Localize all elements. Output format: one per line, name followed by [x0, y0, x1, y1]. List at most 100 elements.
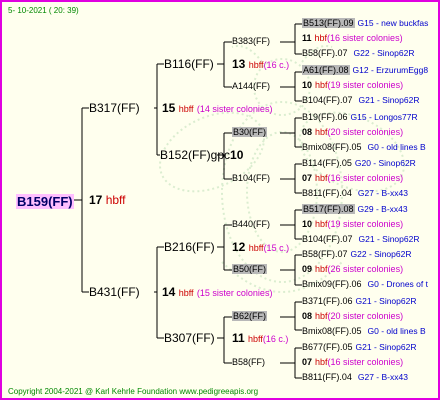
gen4-sire-info: G12 - ErzurumEgg8: [352, 65, 429, 75]
gen2-info-2: 12 hbff(15 c.): [232, 241, 289, 253]
gen1-sisters-1: (15 sister colonies): [196, 288, 273, 298]
gen4-sire-name: B58(FF).07: [302, 249, 348, 259]
gen2-info-3: 11 hbff(16 c.): [232, 332, 288, 344]
gen4-hbf: hbf: [315, 127, 328, 137]
gen4-sire-line-4[interactable]: B517(FF).08 G29 - B-xx43: [302, 204, 408, 214]
gen4-dam-info: G27 - B-xx43: [357, 188, 408, 198]
gen4-hbf: hbf: [315, 219, 328, 229]
gen4-sisters: (19 sister colonies): [327, 219, 404, 229]
gen4-dam-name: Bmix08(FF).05: [302, 142, 362, 152]
gen4-count: 07: [302, 173, 313, 183]
root-queen[interactable]: B159(FF): [16, 194, 74, 210]
gen3-queen-5[interactable]: B50(FF): [232, 264, 268, 274]
gen1-count-1: 14: [162, 285, 176, 299]
gen1-info-0: 15 hbff (14 sister colonies): [162, 102, 272, 114]
root-info: 17 hbff: [89, 194, 126, 206]
gen4-sire-info: G21 - Sinop62R: [355, 296, 417, 306]
gen3-name-6: B62(FF): [232, 311, 268, 321]
gen4-sire-line-5[interactable]: B58(FF).07 G22 - Sinop62R: [302, 250, 411, 259]
gen4-sire-info: G29 - B-xx43: [357, 204, 408, 214]
gen4-dam-line-7[interactable]: B811(FF).04 G27 - B-xx43: [302, 373, 408, 382]
gen4-count: 07: [302, 357, 313, 367]
gen4-sire-line-3[interactable]: B114(FF).05 G20 - Sinop62R: [302, 159, 416, 168]
gen4-count: 08: [302, 127, 313, 137]
gen4-dam-line-2[interactable]: Bmix08(FF).05 G0 - old lines B: [302, 143, 426, 152]
gen2-hbf-0: hbff: [248, 60, 264, 70]
gen4-dam-name: B58(FF).07: [302, 48, 348, 58]
gen4-sire-name: B513(FF).09: [302, 18, 355, 28]
gen3-queen-3[interactable]: B104(FF): [232, 174, 270, 183]
gen4-count-line-2: 08 hbf(20 sister colonies): [302, 128, 403, 137]
gen4-count: 08: [302, 311, 313, 321]
gen4-dam-line-1[interactable]: B104(FF).07 G21 - Sinop62R: [302, 96, 419, 105]
gen4-sire-name: B19(FF).06: [302, 112, 348, 122]
gen1-hbf-0: hbff: [178, 104, 194, 114]
gen4-dam-info: G22 - Sinop62R: [353, 48, 415, 58]
gen3-queen-2[interactable]: B30(FF): [232, 127, 268, 137]
gen4-sisters: (20 sister colonies): [327, 127, 404, 137]
gen4-sire-info: G15 - Longos77R: [350, 112, 418, 122]
gen3-queen-4[interactable]: B440(FF): [232, 220, 270, 229]
gen4-dam-info: G27 - B-xx43: [357, 372, 408, 382]
gen4-count-line-5: 09 hbf(26 sister colonies): [302, 265, 403, 274]
date-stamp: 5- 10-2021 ( 20: 39): [8, 6, 79, 15]
gen2-count-1: 10: [230, 148, 244, 162]
gen4-sire-info: G22 - Sinop62R: [350, 249, 412, 259]
gen2-queen-1[interactable]: B152(FF)gpc10: [160, 149, 243, 161]
gen4-dam-info: G0 - Drones of t: [367, 279, 428, 289]
gen4-sisters: (16 sister colonies): [327, 357, 404, 367]
gen2-name-1: B152(FF)gpc: [160, 148, 231, 162]
gen4-sire-name: B517(FF).08: [302, 204, 355, 214]
gen4-dam-line-0[interactable]: B58(FF).07 G22 - Sinop62R: [302, 49, 414, 58]
gen2-hbf-3: hbff: [248, 334, 263, 344]
gen4-sisters: (26 sister colonies): [327, 264, 404, 274]
gen2-count-0: 13: [232, 57, 246, 71]
gen4-dam-line-6[interactable]: Bmix08(FF).05 G0 - old lines B: [302, 327, 426, 336]
gen3-queen-6[interactable]: B62(FF): [232, 311, 268, 321]
gen2-queen-3[interactable]: B307(FF): [164, 332, 215, 344]
gen4-sire-info: G21 - Sinop62R: [355, 342, 417, 352]
gen4-dam-line-3[interactable]: B811(FF).04 G27 - B-xx43: [302, 189, 408, 198]
gen3-queen-7[interactable]: B58(FF): [232, 358, 265, 367]
gen4-sire-line-7[interactable]: B677(FF).05 G21 - Sinop62R: [302, 343, 416, 352]
gen4-hbf: hbf: [315, 80, 328, 90]
gen1-queen-1[interactable]: B431(FF): [89, 286, 140, 298]
gen4-count-line-7: 07 hbf(16 sister colonies): [302, 358, 403, 367]
gen2-queen-0[interactable]: B116(FF): [164, 58, 214, 70]
gen3-name-2: B30(FF): [232, 127, 268, 137]
gen4-sire-name: B677(FF).05: [302, 342, 353, 352]
root-count: 17: [89, 193, 103, 207]
gen2-count-3: 11: [232, 331, 245, 345]
gen3-queen-0[interactable]: B383(FF): [232, 37, 270, 46]
gen4-sire-line-0[interactable]: B513(FF).09 G15 - new buckfas: [302, 18, 429, 28]
gen2-info-0: 13 hbff(16 c.): [232, 58, 289, 70]
gen4-sisters: (16 sister colonies): [327, 33, 403, 43]
gen2-hbf-2: hbff: [248, 243, 264, 253]
gen1-count-0: 15: [162, 101, 176, 115]
gen4-count-line-4: 10 hbf(19 sister colonies): [302, 220, 403, 229]
pedigree-chart: 5- 10-2021 ( 20: 39) B159(FF) 17 hbff B3…: [0, 0, 440, 400]
gen4-sire-info: G15 - new buckfas: [357, 18, 429, 28]
gen4-dam-info: G21 - Sinop62R: [358, 234, 420, 244]
gen4-count: 10: [302, 80, 313, 90]
gen4-sire-line-1[interactable]: A61(FF).08 G12 - ErzurumEgg8: [302, 65, 429, 75]
gen4-dam-line-5[interactable]: Bmix09(FF).06 G0 - Drones of t: [302, 280, 428, 289]
gen3-queen-1[interactable]: A144(FF): [232, 82, 270, 91]
gen2-sisters-2: (15 c.): [263, 243, 290, 253]
gen4-hbf: hbf: [315, 311, 328, 321]
gen4-sire-line-2[interactable]: B19(FF).06 G15 - Longos77R: [302, 113, 418, 122]
gen1-queen-0[interactable]: B317(FF): [89, 102, 140, 114]
gen4-sire-info: G20 - Sinop62R: [354, 158, 416, 168]
gen1-sisters-0: (14 sister colonies): [196, 104, 273, 114]
gen1-info-1: 14 hbff (15 sister colonies): [162, 286, 272, 298]
gen4-sire-line-6[interactable]: B371(FF).06 G21 - Sinop62R: [302, 297, 416, 306]
gen4-sisters: (20 sister colonies): [327, 311, 404, 321]
gen4-dam-info: G0 - old lines B: [367, 142, 426, 152]
gen3-name-5: B50(FF): [232, 264, 268, 274]
gen2-queen-2[interactable]: B216(FF): [164, 241, 215, 253]
gen2-sisters-3: (16 c.): [262, 334, 289, 344]
gen4-dam-line-4[interactable]: B104(FF).07 G21 - Sinop62R: [302, 235, 419, 244]
gen4-sire-name: A61(FF).08: [302, 65, 350, 75]
gen4-sisters: (16 sister colonies): [327, 173, 404, 183]
gen4-count: 11: [302, 33, 312, 43]
